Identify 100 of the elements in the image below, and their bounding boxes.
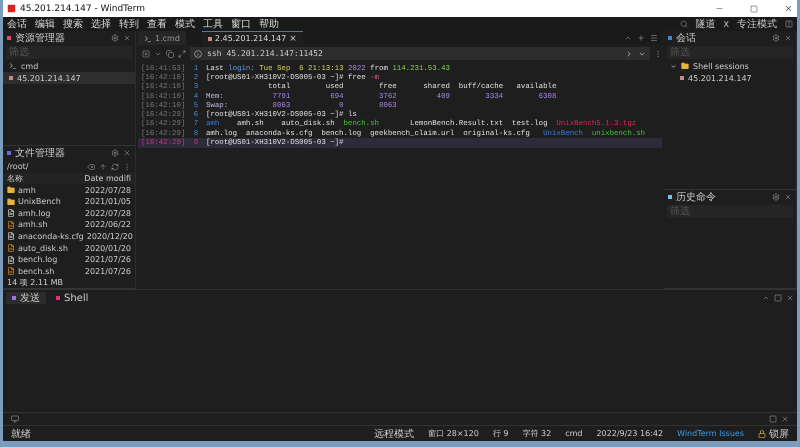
duplicate-icon[interactable] <box>166 50 174 58</box>
menu-item[interactable]: 帮助 <box>259 17 279 31</box>
close-icon[interactable] <box>784 4 793 13</box>
explorer-item[interactable]: 45.201.214.147 <box>3 72 135 84</box>
file-icon <box>7 256 15 264</box>
expand-icon[interactable] <box>178 50 186 58</box>
maximize-icon[interactable] <box>750 4 758 12</box>
focus-mode-button[interactable]: 专注模式 <box>737 17 777 31</box>
new-tab-icon[interactable] <box>142 50 150 58</box>
menu-item[interactable]: 查看 <box>147 17 167 31</box>
expander-icon[interactable] <box>670 62 677 70</box>
search-icon[interactable] <box>680 20 688 28</box>
file-name[interactable]: anaconda-ks.cfg <box>18 232 84 241</box>
file-icon <box>7 209 15 218</box>
panel-marker-icon <box>7 150 11 155</box>
tree-folder[interactable]: Shell sessions <box>664 60 796 72</box>
path-field[interactable]: /root/ <box>7 162 28 172</box>
x-button[interactable]: X <box>724 20 729 28</box>
status-item[interactable]: 字符 32 <box>522 428 552 439</box>
terminal-icon <box>144 34 152 42</box>
script-file-icon <box>7 267 15 276</box>
status-item[interactable]: cmd <box>565 429 582 438</box>
file-date: 2020/12/20 <box>86 232 133 241</box>
status-item[interactable]: 远程模式 <box>374 426 414 440</box>
close-tab-button[interactable]: × <box>289 34 297 44</box>
backspace-icon[interactable] <box>87 162 95 171</box>
close-icon[interactable] <box>784 34 792 42</box>
explorer-item[interactable]: cmd <box>3 60 135 72</box>
close-icon[interactable] <box>123 34 131 42</box>
file-name[interactable]: amh.log <box>18 208 82 218</box>
menu-item[interactable]: 模式 <box>175 17 195 31</box>
file-date: 2022/07/28 <box>84 186 131 195</box>
up-arrow-icon[interactable] <box>99 162 107 171</box>
status-item[interactable]: 2022/9/23 16:42 <box>596 429 664 438</box>
settings-icon[interactable] <box>111 148 119 157</box>
settings-icon[interactable] <box>111 34 119 42</box>
panel-marker-icon <box>7 36 11 40</box>
panel-title: 会话 <box>676 32 696 45</box>
file-date: 2022/07/28 <box>84 208 131 218</box>
panel-marker-icon <box>668 194 672 199</box>
menu-item[interactable]: 工具 <box>203 17 223 31</box>
file-icon <box>7 232 15 240</box>
window-title: 45.201.214.147 - WindTerm <box>20 4 145 14</box>
session-icon <box>680 76 684 80</box>
file-summary: 14 项 2.11 MB <box>6 277 64 288</box>
address-bar[interactable]: ssh 45.201.214.147:11452 <box>190 47 650 60</box>
close-icon[interactable] <box>123 148 131 157</box>
app-icon <box>7 4 16 13</box>
collapse-icon[interactable] <box>762 294 770 302</box>
status-item[interactable]: 行 9 <box>492 428 508 439</box>
panel-tab[interactable]: Shell <box>50 292 94 304</box>
panel-title: 资源管理器 <box>15 32 65 45</box>
close-icon[interactable] <box>781 415 789 423</box>
menu-icon[interactable] <box>650 34 658 42</box>
file-name[interactable]: amh <box>18 186 82 195</box>
session-item[interactable]: 45.201.214.147 <box>664 72 796 84</box>
menu-item[interactable]: 编辑 <box>35 17 55 31</box>
file-name[interactable]: bench.log <box>18 255 82 264</box>
panel-tab[interactable]: 发送 <box>6 292 46 304</box>
file-name[interactable]: amh.sh <box>18 220 82 230</box>
restore-icon[interactable] <box>774 294 782 302</box>
panel-title: 文件管理器 <box>15 146 65 160</box>
layout-icon[interactable] <box>785 20 793 28</box>
add-icon[interactable] <box>637 34 645 42</box>
panel-marker-icon <box>668 36 672 40</box>
session-tab[interactable]: 2.45.201.214.147 × <box>202 31 303 45</box>
file-date: 2021/07/26 <box>84 266 131 276</box>
folder-icon <box>7 186 15 194</box>
file-date: 2022/06/22 <box>84 220 131 230</box>
tunnel-button[interactable]: 隧道 <box>696 17 716 31</box>
folder-icon <box>7 198 15 206</box>
file-name[interactable]: UnixBench <box>18 197 82 206</box>
issues-link[interactable]: WindTerm Issues <box>677 429 744 438</box>
folder-icon <box>681 62 689 70</box>
status-item[interactable]: 窗口 28×120 <box>428 428 479 439</box>
settings-icon[interactable] <box>772 192 780 201</box>
file-date: 2021/01/05 <box>84 197 131 206</box>
close-icon[interactable] <box>786 294 794 302</box>
menu-item[interactable]: 搜索 <box>63 17 83 31</box>
menu-item[interactable]: 窗口 <box>231 17 251 31</box>
menu-item[interactable]: 会话 <box>7 17 27 31</box>
restore-icon[interactable] <box>769 415 777 423</box>
column-header[interactable]: Date modifi <box>84 174 131 184</box>
file-name[interactable]: bench.sh <box>18 266 82 276</box>
lock-button[interactable]: 锁屏 <box>769 426 789 440</box>
status-text: 就绪 <box>11 428 31 440</box>
menu-item[interactable]: 转到 <box>119 17 139 31</box>
file-date: 2020/01/20 <box>84 244 131 253</box>
session-tab[interactable]: 1.cmd <box>138 31 186 45</box>
panel-title: 历史命令 <box>676 190 716 204</box>
session-icon <box>9 76 13 80</box>
script-file-icon <box>7 244 15 252</box>
file-name[interactable]: auto_disk.sh <box>18 244 82 253</box>
settings-icon[interactable] <box>772 34 780 42</box>
column-header[interactable]: 名称 <box>7 173 84 184</box>
lock-icon <box>758 430 766 438</box>
terminal-icon <box>9 62 17 70</box>
close-icon[interactable] <box>784 192 792 201</box>
menu-item[interactable]: 选择 <box>91 17 111 31</box>
refresh-icon[interactable] <box>111 162 119 171</box>
